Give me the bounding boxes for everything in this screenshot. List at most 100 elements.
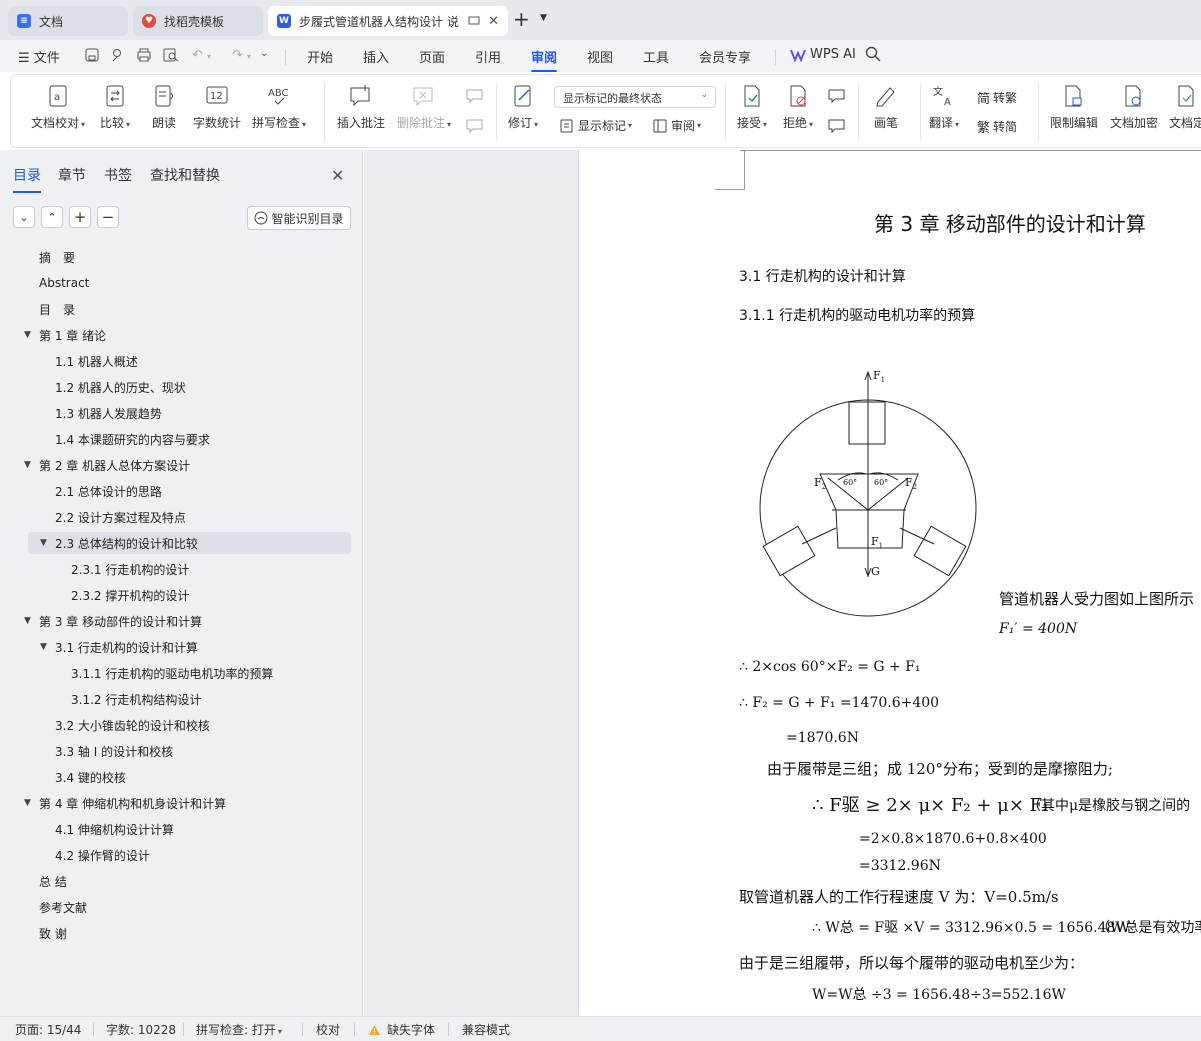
toc-item[interactable]: 致 谢: [0, 922, 363, 944]
new-tab-plus-icon[interactable]: +: [513, 8, 530, 30]
doc-finalize-button[interactable]: 文档定: [1169, 84, 1201, 131]
search-icon[interactable]: [865, 46, 881, 66]
ink-button[interactable]: 画笔: [874, 84, 898, 131]
spell-check-button[interactable]: ABC 拼写检查 ▾: [252, 84, 306, 131]
menu-view[interactable]: 视图: [587, 47, 613, 66]
toc-item[interactable]: 1.1 机器人概述: [0, 350, 363, 372]
close-tab-icon[interactable]: ✕: [488, 14, 499, 29]
toc-item[interactable]: 3.3 轴 I 的设计和校核: [0, 740, 363, 762]
toc-item[interactable]: ▼ 3.1 行走机构的设计和计算: [0, 636, 363, 658]
toc-item[interactable]: 3.1.1 行走机构的驱动电机功率的预算: [0, 662, 363, 684]
previous-change-icon[interactable]: [828, 88, 850, 104]
previous-comment-icon[interactable]: [466, 88, 488, 104]
toc-item-label: 第 1 章 绪论: [39, 328, 107, 343]
toc-item[interactable]: 4.2 操作臂的设计: [0, 844, 363, 866]
toc-item[interactable]: ▼ 第 3 章 移动部件的设计和计算: [0, 610, 363, 632]
toc-item[interactable]: 1.4 本课题研究的内容与要求: [0, 428, 363, 450]
add-heading-button[interactable]: +: [69, 206, 91, 228]
toc-item[interactable]: ▼ 第 2 章 机器人总体方案设计: [0, 454, 363, 476]
read-aloud-button[interactable]: 朗读: [152, 84, 176, 131]
toc-item[interactable]: 3.4 键的校核: [0, 766, 363, 788]
proofread-button[interactable]: a 文档校对 ▾: [31, 84, 85, 131]
tab-toc[interactable]: 目录: [13, 165, 41, 193]
collapse-all-button[interactable]: ⌄: [13, 206, 35, 228]
expand-up-button[interactable]: ⌃: [41, 206, 63, 228]
toc-item[interactable]: 2.2 设计方案过程及特点: [0, 506, 363, 528]
to-simplified-button[interactable]: 繁 转简: [977, 117, 1017, 136]
word-count-indicator[interactable]: 字数: 10228: [106, 1021, 176, 1038]
to-traditional-button[interactable]: 简 转繁: [977, 88, 1017, 107]
tab-sections[interactable]: 章节: [58, 165, 86, 185]
file-menu[interactable]: ☰ 文件: [18, 47, 60, 66]
close-icon[interactable]: ✕: [331, 166, 344, 185]
tab-bookmarks[interactable]: 书签: [104, 165, 132, 185]
save-icon[interactable]: [85, 48, 99, 66]
spell-check-status[interactable]: 拼写检查: 打开 ▾: [196, 1021, 282, 1038]
toc-item[interactable]: ▼ 2.3 总体结构的设计和比较: [28, 532, 351, 554]
toc-item[interactable]: 目 录: [0, 298, 363, 320]
expand-triangle-icon[interactable]: ▼: [24, 798, 31, 808]
accept-button[interactable]: 接受 ▾: [737, 84, 767, 131]
expand-triangle-icon[interactable]: ▼: [24, 616, 31, 626]
wps-ai-button[interactable]: WPS AI: [790, 47, 856, 62]
toc-item[interactable]: 1.2 机器人的历史、现状: [0, 376, 363, 398]
next-change-icon[interactable]: [828, 118, 850, 134]
print-preview-icon[interactable]: [163, 48, 179, 66]
reject-button[interactable]: 拒绝 ▾: [783, 84, 813, 131]
menu-page[interactable]: 页面: [419, 47, 445, 66]
markup-state-select[interactable]: 显示标记的最终状态 ⌄: [554, 86, 716, 108]
toc-item[interactable]: 3.1.2 行走机构结构设计: [0, 688, 363, 710]
screen-icon[interactable]: [468, 16, 480, 26]
toc-item[interactable]: 2.1 总体设计的思路: [0, 480, 363, 502]
toc-item[interactable]: ▼ 第 1 章 绪论: [0, 324, 363, 346]
toc-item[interactable]: 4.1 伸缩机构设计计算: [0, 818, 363, 840]
traditional-icon: 简: [977, 92, 991, 107]
show-markup-button[interactable]: 显示标记 ▾: [560, 117, 632, 134]
page-indicator[interactable]: 页面: 15/44: [15, 1021, 81, 1038]
expand-triangle-icon[interactable]: ▼: [40, 642, 47, 652]
menu-insert[interactable]: 插入: [363, 47, 389, 66]
more-chevron-icon[interactable]: ⌄: [260, 48, 268, 59]
expand-triangle-icon[interactable]: ▼: [24, 460, 31, 470]
redo-icon[interactable]: ↷ ▾: [232, 48, 251, 63]
menu-references[interactable]: 引用: [475, 47, 501, 66]
document-page[interactable]: 第 3 章 移动部件的设计和计算 3.1 行走机构的设计和计算 3.1.1 行走…: [580, 150, 1201, 1016]
track-changes-button[interactable]: 修订 ▾: [508, 84, 538, 131]
toc-item[interactable]: Abstract: [0, 272, 363, 294]
toc-item[interactable]: 总 结: [0, 870, 363, 892]
tab-find-replace[interactable]: 查找和替换: [150, 165, 220, 185]
toc-item[interactable]: 2.3.2 撑开机构的设计: [0, 584, 363, 606]
toc-item[interactable]: 参考文献: [0, 896, 363, 918]
menu-review[interactable]: 审阅: [531, 47, 558, 72]
restrict-edit-button[interactable]: 限制编辑: [1050, 84, 1098, 131]
delete-comment-button[interactable]: 删除批注 ▾: [397, 84, 451, 131]
missing-font-status[interactable]: 缺失字体: [368, 1021, 435, 1038]
menu-member[interactable]: 会员专享: [699, 47, 751, 66]
encrypt-button[interactable]: 文档加密: [1110, 84, 1158, 131]
expand-triangle-icon[interactable]: ▼: [40, 538, 47, 548]
review-pane-button[interactable]: 审阅 ▾: [653, 117, 701, 134]
toc-item[interactable]: ▼ 第 4 章 伸缩机构和机身设计和计算: [0, 792, 363, 814]
tab-documents[interactable]: ≡ 文档: [8, 6, 128, 36]
compare-button[interactable]: 比较 ▾: [100, 84, 130, 131]
remove-heading-button[interactable]: −: [97, 206, 119, 228]
insert-comment-button[interactable]: 插入批注: [337, 84, 385, 131]
toc-item[interactable]: 3.2 大小锥齿轮的设计和校核: [0, 714, 363, 736]
toc-item[interactable]: 2.3.1 行走机构的设计: [0, 558, 363, 580]
share-icon[interactable]: [110, 48, 124, 66]
proofread-status[interactable]: 校对: [316, 1021, 340, 1038]
menu-home[interactable]: 开始: [307, 47, 333, 66]
next-comment-icon[interactable]: [466, 118, 488, 134]
tab-current-document[interactable]: W 步履式管道机器人结构设计 说 ✕: [268, 6, 508, 36]
tab-docer-templates[interactable]: ♥ 找稻壳模板: [133, 6, 263, 36]
word-count-button[interactable]: 12 字数统计: [193, 84, 241, 131]
chevron-down-icon[interactable]: ▼: [540, 13, 547, 23]
toc-item[interactable]: 摘 要: [0, 246, 363, 268]
menu-tools[interactable]: 工具: [643, 47, 669, 66]
print-icon[interactable]: [136, 48, 152, 66]
expand-triangle-icon[interactable]: ▼: [24, 330, 31, 340]
smart-toc-button[interactable]: 智能识别目录: [247, 206, 351, 230]
undo-icon[interactable]: ↶ ▾: [192, 48, 211, 63]
toc-item[interactable]: 1.3 机器人发展趋势: [0, 402, 363, 424]
translate-button[interactable]: 文A 翻译 ▾: [929, 84, 959, 131]
